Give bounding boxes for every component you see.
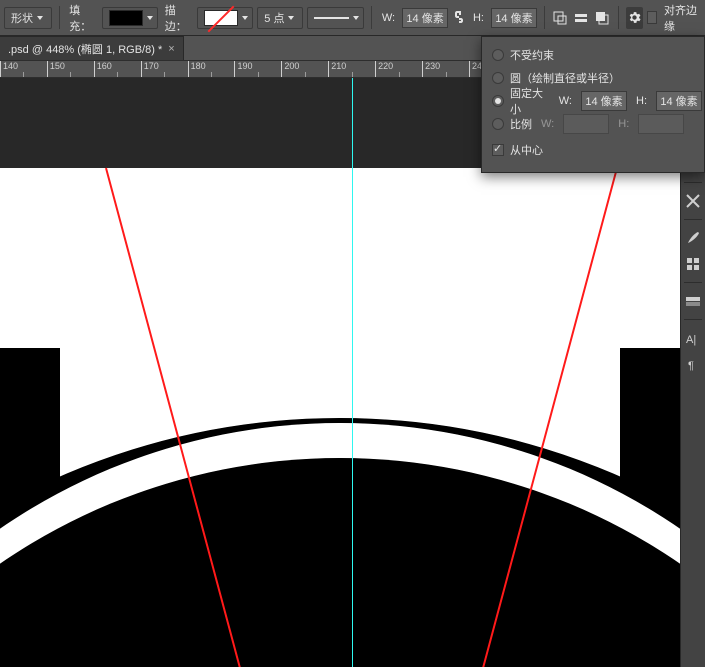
height-input[interactable] — [491, 8, 537, 28]
ruler-major-tick: 200 — [281, 61, 299, 78]
fixed-width-input[interactable] — [581, 91, 627, 111]
swatches-panel-icon[interactable] — [681, 289, 705, 313]
stroke-width-value: 5 点 — [264, 10, 284, 26]
close-icon[interactable]: × — [168, 43, 174, 55]
prop-width-label: W: — [541, 118, 554, 130]
align-edges-checkbox[interactable] — [647, 11, 658, 24]
radio-label: 不受约束 — [510, 47, 554, 63]
right-panel-strip: A| ¶ — [680, 144, 705, 667]
ruler-minor-tick — [117, 72, 118, 78]
constraint-unconstrained-row[interactable]: 不受约束 — [492, 44, 702, 66]
brush-panel-icon[interactable] — [681, 226, 705, 250]
ruler-major-tick: 160 — [94, 61, 112, 78]
stroke-width-dropdown[interactable]: 5 点 — [257, 7, 303, 29]
fill-swatch — [109, 10, 143, 26]
ruler-major-tick: 140 — [0, 61, 18, 78]
svg-text:A|: A| — [686, 334, 696, 346]
no-stroke-swatch — [204, 10, 238, 26]
stroke-label: 描边： — [165, 2, 190, 34]
ruler-minor-tick — [211, 72, 212, 78]
brush-presets-icon[interactable] — [681, 252, 705, 276]
tool-mode-label: 形状 — [11, 10, 33, 26]
radio-icon — [492, 95, 504, 107]
path-align-button[interactable] — [573, 7, 590, 29]
crossed-tools-icon[interactable] — [681, 189, 705, 213]
constraint-proportion-row[interactable]: 比例 W: H: — [492, 113, 702, 135]
fill-label: 填充： — [69, 2, 94, 34]
document-tab[interactable]: .psd @ 448% (椭圆 1, RGB/8) * × — [0, 36, 184, 60]
document-canvas[interactable] — [0, 168, 680, 667]
fixed-width-label: W: — [559, 95, 572, 107]
radio-label: 固定大小 — [510, 85, 550, 117]
separator — [618, 6, 619, 29]
chevron-down-icon — [242, 16, 248, 20]
constraint-fixed-size-row[interactable]: 固定大小 W: H: — [492, 90, 702, 112]
ruler-major-tick: 190 — [234, 61, 252, 78]
chevron-down-icon — [147, 16, 153, 20]
fill-swatch-dropdown[interactable] — [102, 7, 158, 29]
shape-options-flyout: 不受约束 圆（绘制直径或半径） 固定大小 W: H: 比例 W: H: 从中心 — [481, 36, 705, 173]
options-bar: 形状 填充： 描边： 5 点 W: H: 对齐边缘 — [0, 0, 705, 36]
ruler-minor-tick — [164, 72, 165, 78]
ruler-major-tick: 150 — [47, 61, 65, 78]
separator — [371, 6, 372, 29]
path-combine-button[interactable] — [552, 7, 569, 29]
ruler-minor-tick — [305, 72, 306, 78]
align-edges-label: 对齐边缘 — [664, 2, 698, 34]
prop-height-input — [638, 114, 684, 134]
ruler-major-tick: 170 — [141, 61, 159, 78]
from-center-row[interactable]: 从中心 — [492, 139, 702, 161]
ruler-major-tick: 210 — [328, 61, 346, 78]
ruler-minor-tick — [258, 72, 259, 78]
radio-icon — [492, 72, 504, 84]
radio-icon — [492, 49, 504, 61]
svg-text:¶: ¶ — [688, 360, 694, 372]
stroke-style-dropdown[interactable] — [307, 7, 364, 29]
fixed-height-input[interactable] — [656, 91, 702, 111]
from-center-label: 从中心 — [510, 142, 543, 158]
ruler-minor-tick — [352, 72, 353, 78]
tool-mode-dropdown[interactable]: 形状 — [4, 7, 52, 29]
ruler-minor-tick — [446, 72, 447, 78]
link-wh-button[interactable] — [452, 9, 466, 27]
prop-height-label: H: — [618, 118, 629, 130]
document-tab-title: .psd @ 448% (椭圆 1, RGB/8) * — [8, 41, 162, 57]
ruler-minor-tick — [23, 72, 24, 78]
shape-options-gear-button[interactable] — [626, 7, 643, 29]
height-label: H: — [473, 12, 484, 24]
chevron-down-icon — [288, 16, 294, 20]
path-arrange-button[interactable] — [594, 7, 611, 29]
checkbox-icon — [492, 144, 504, 156]
vertical-guide[interactable] — [352, 78, 353, 667]
ruler-minor-tick — [70, 72, 71, 78]
fixed-height-label: H: — [636, 95, 647, 107]
ruler-major-tick: 230 — [422, 61, 440, 78]
ruler-major-tick: 180 — [188, 61, 206, 78]
character-panel-icon[interactable]: A| — [681, 326, 705, 350]
radio-label: 比例 — [510, 116, 532, 132]
ruler-major-tick: 220 — [375, 61, 393, 78]
chevron-down-icon — [37, 16, 43, 20]
artwork — [0, 168, 680, 667]
radio-icon — [492, 118, 504, 130]
solid-line-icon — [314, 17, 349, 19]
width-label: W: — [382, 12, 395, 24]
stroke-swatch-dropdown[interactable] — [197, 7, 253, 29]
width-input[interactable] — [402, 8, 448, 28]
radio-label: 圆（绘制直径或半径） — [510, 70, 620, 86]
paragraph-panel-icon[interactable]: ¶ — [681, 352, 705, 376]
separator — [544, 6, 545, 29]
separator — [59, 6, 60, 29]
prop-width-input — [563, 114, 609, 134]
chevron-down-icon — [353, 16, 359, 20]
ruler-minor-tick — [399, 72, 400, 78]
